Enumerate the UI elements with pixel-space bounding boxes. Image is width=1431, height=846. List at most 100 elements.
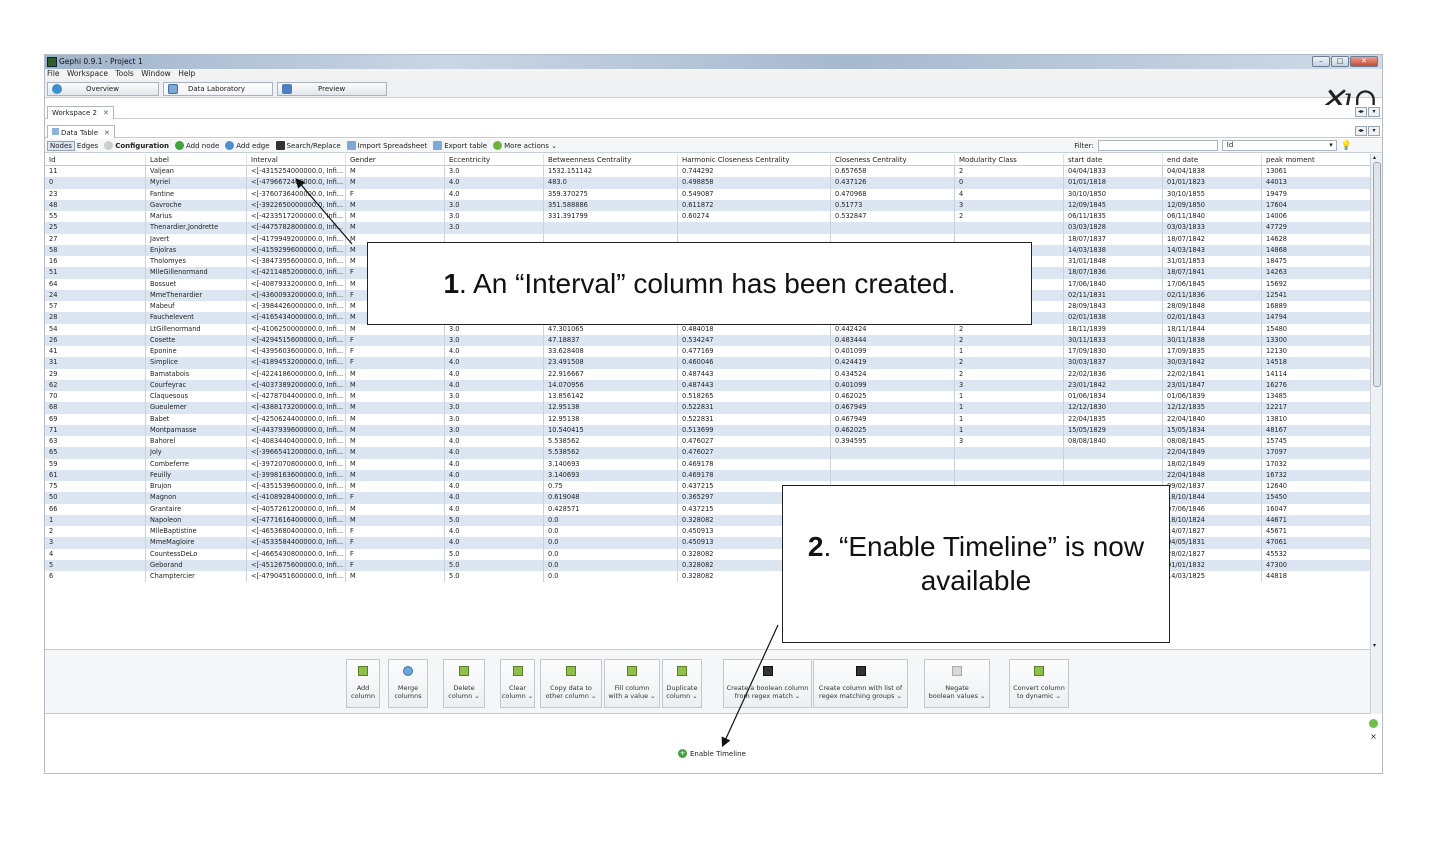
table-cell[interactable]: 359.370275 (544, 188, 678, 200)
table-cell[interactable]: 12/09/1850 (1163, 199, 1262, 211)
table-cell[interactable]: 0.469178 (678, 458, 831, 470)
table-cell[interactable]: M (346, 323, 445, 335)
table-cell[interactable]: 0.0 (544, 526, 678, 538)
table-cell[interactable]: <[-4388173200000.0, Infi... (247, 402, 346, 414)
table-cell[interactable]: 0.477169 (678, 346, 831, 358)
table-cell[interactable]: 0.476027 (678, 436, 831, 448)
table-cell[interactable]: <[-3966541200000.0, Infi... (247, 447, 346, 459)
table-cell[interactable]: 30/10/1850 (1064, 188, 1163, 200)
table-cell[interactable]: 5.0 (445, 571, 544, 583)
table-cell[interactable]: F (346, 548, 445, 560)
table-row[interactable]: 2 MlleBaptistine <[-4653680400000.0, Infi.… (45, 526, 1371, 538)
table-cell[interactable]: 1 (955, 346, 1064, 358)
table-cell[interactable]: <[-4665430800000.0, Infi... (247, 548, 346, 560)
configuration-button[interactable]: Configuration (104, 141, 169, 150)
table-cell[interactable]: 5.0 (445, 548, 544, 560)
table-cell[interactable]: 19479 (1262, 188, 1371, 200)
table-cell[interactable]: Bamatabois (146, 368, 247, 380)
table-cell[interactable]: 0.657658 (831, 166, 955, 178)
table-cell[interactable]: 3 (955, 379, 1064, 391)
copy-data-button[interactable]: Copy data to other column ⌄ (540, 659, 602, 708)
table-cell[interactable]: 0 (955, 177, 1064, 189)
table-row[interactable]: 75 Brujon <[-4351539600000.0, Infi... M 4.0 0… (45, 481, 1371, 493)
table-cell[interactable]: 1 (955, 402, 1064, 414)
scroll-up-icon[interactable]: ▴ (1373, 154, 1376, 161)
table-cell[interactable]: M (346, 424, 445, 436)
table-cell[interactable]: 5.0 (445, 559, 544, 571)
table-cell[interactable]: 483.0 (544, 177, 678, 189)
table-cell[interactable] (955, 222, 1064, 234)
table-cell[interactable]: Geborand (146, 559, 247, 571)
table-cell[interactable]: 4.0 (445, 447, 544, 459)
table-cell[interactable]: 12130 (1262, 346, 1371, 358)
table-cell[interactable]: <[-4037389200000.0, Infi... (247, 379, 346, 391)
table-cell[interactable]: 14518 (1262, 357, 1371, 369)
table-cell[interactable]: 0.487443 (678, 379, 831, 391)
table-cell[interactable]: 15692 (1262, 278, 1371, 290)
table-cell[interactable]: 28/02/1827 (1163, 548, 1262, 560)
column-header[interactable]: Gender (346, 154, 445, 165)
table-cell[interactable]: 45532 (1262, 548, 1371, 560)
table-cell[interactable]: 15450 (1262, 492, 1371, 504)
table-cell[interactable]: 23/01/1847 (1163, 379, 1262, 391)
table-cell[interactable]: <[-4315254000000.0, Infi... (247, 166, 346, 178)
table-cell[interactable]: Bossuet (146, 278, 247, 290)
table-cell[interactable]: 6 (45, 571, 146, 583)
table-cell[interactable]: 54 (45, 323, 146, 335)
table-cell[interactable]: 15/05/1834 (1163, 424, 1262, 436)
tab-list-icon[interactable]: ▾ (1368, 107, 1380, 117)
table-cell[interactable]: 0.484018 (678, 323, 831, 335)
table-cell[interactable]: 12217 (1262, 402, 1371, 414)
table-cell[interactable]: F (346, 334, 445, 346)
import-spreadsheet-button[interactable]: Import Spreadsheet (346, 141, 427, 150)
table-cell[interactable]: 4.0 (445, 346, 544, 358)
table-cell[interactable]: 41 (45, 346, 146, 358)
table-cell[interactable]: 02/11/1836 (1163, 289, 1262, 301)
preview-mode-button[interactable]: Preview (277, 82, 387, 96)
table-row[interactable]: 66 Grantaire <[-4057261200000.0, Infi... M 4… (45, 503, 1371, 515)
table-cell[interactable]: Gavroche (146, 199, 247, 211)
table-cell[interactable]: 14263 (1262, 267, 1371, 279)
table-cell[interactable]: 01/06/1834 (1064, 391, 1163, 403)
table-cell[interactable] (831, 447, 955, 459)
table-cell[interactable]: 50 (45, 492, 146, 504)
table-cell[interactable]: Tholomyes (146, 256, 247, 268)
table-cell[interactable]: 3 (955, 436, 1064, 448)
table-cell[interactable]: 01/01/1832 (1163, 559, 1262, 571)
table-cell[interactable]: 22/02/1841 (1163, 368, 1262, 380)
table-cell[interactable]: 0.532847 (831, 211, 955, 223)
table-cell[interactable]: 58 (45, 244, 146, 256)
add-column-button[interactable]: Add column (346, 659, 380, 708)
table-cell[interactable]: <[-4653680400000.0, Infi... (247, 526, 346, 538)
table-cell[interactable]: 4 (955, 188, 1064, 200)
table-cell[interactable]: MlleBaptistine (146, 526, 247, 538)
table-cell[interactable]: 12640 (1262, 481, 1371, 493)
table-cell[interactable]: M (346, 469, 445, 481)
table-cell[interactable]: 61 (45, 469, 146, 481)
table-cell[interactable]: Enjolras (146, 244, 247, 256)
table-cell[interactable]: 0.51773 (831, 199, 955, 211)
menu-window[interactable]: Window (141, 69, 171, 78)
table-cell[interactable]: 01/06/1839 (1163, 391, 1262, 403)
table-cell[interactable]: 22/04/1849 (1163, 447, 1262, 459)
close-icon[interactable]: × (1369, 732, 1378, 741)
table-cell[interactable]: F (346, 357, 445, 369)
table-cell[interactable]: 62 (45, 379, 146, 391)
table-cell[interactable]: 16 (45, 256, 146, 268)
table-row[interactable]: 25 Thenardier,Jondrette <[-4475782800000.0… (45, 222, 1371, 234)
table-cell[interactable]: 17604 (1262, 199, 1371, 211)
column-header[interactable]: Betweenness Centrality (544, 154, 678, 165)
table-cell[interactable]: 12.95138 (544, 402, 678, 414)
table-cell[interactable]: 31/01/1853 (1163, 256, 1262, 268)
table-cell[interactable]: 5 (45, 559, 146, 571)
table-cell[interactable]: MmeMagloire (146, 537, 247, 549)
table-row[interactable]: 68 Gueulemer <[-4388173200000.0, Infi... M 3… (45, 402, 1371, 414)
table-cell[interactable]: <[-3847395600000.0, Infi... (247, 256, 346, 268)
table-cell[interactable]: 47300 (1262, 559, 1371, 571)
table-cell[interactable]: 15745 (1262, 436, 1371, 448)
table-cell[interactable]: 23.491508 (544, 357, 678, 369)
table-cell[interactable]: 0.442424 (831, 323, 955, 335)
table-cell[interactable]: 0.744292 (678, 166, 831, 178)
table-row[interactable]: 65 Joly <[-3966541200000.0, Infi... M 4.0 5.5… (45, 447, 1371, 459)
table-cell[interactable]: 3 (45, 537, 146, 549)
